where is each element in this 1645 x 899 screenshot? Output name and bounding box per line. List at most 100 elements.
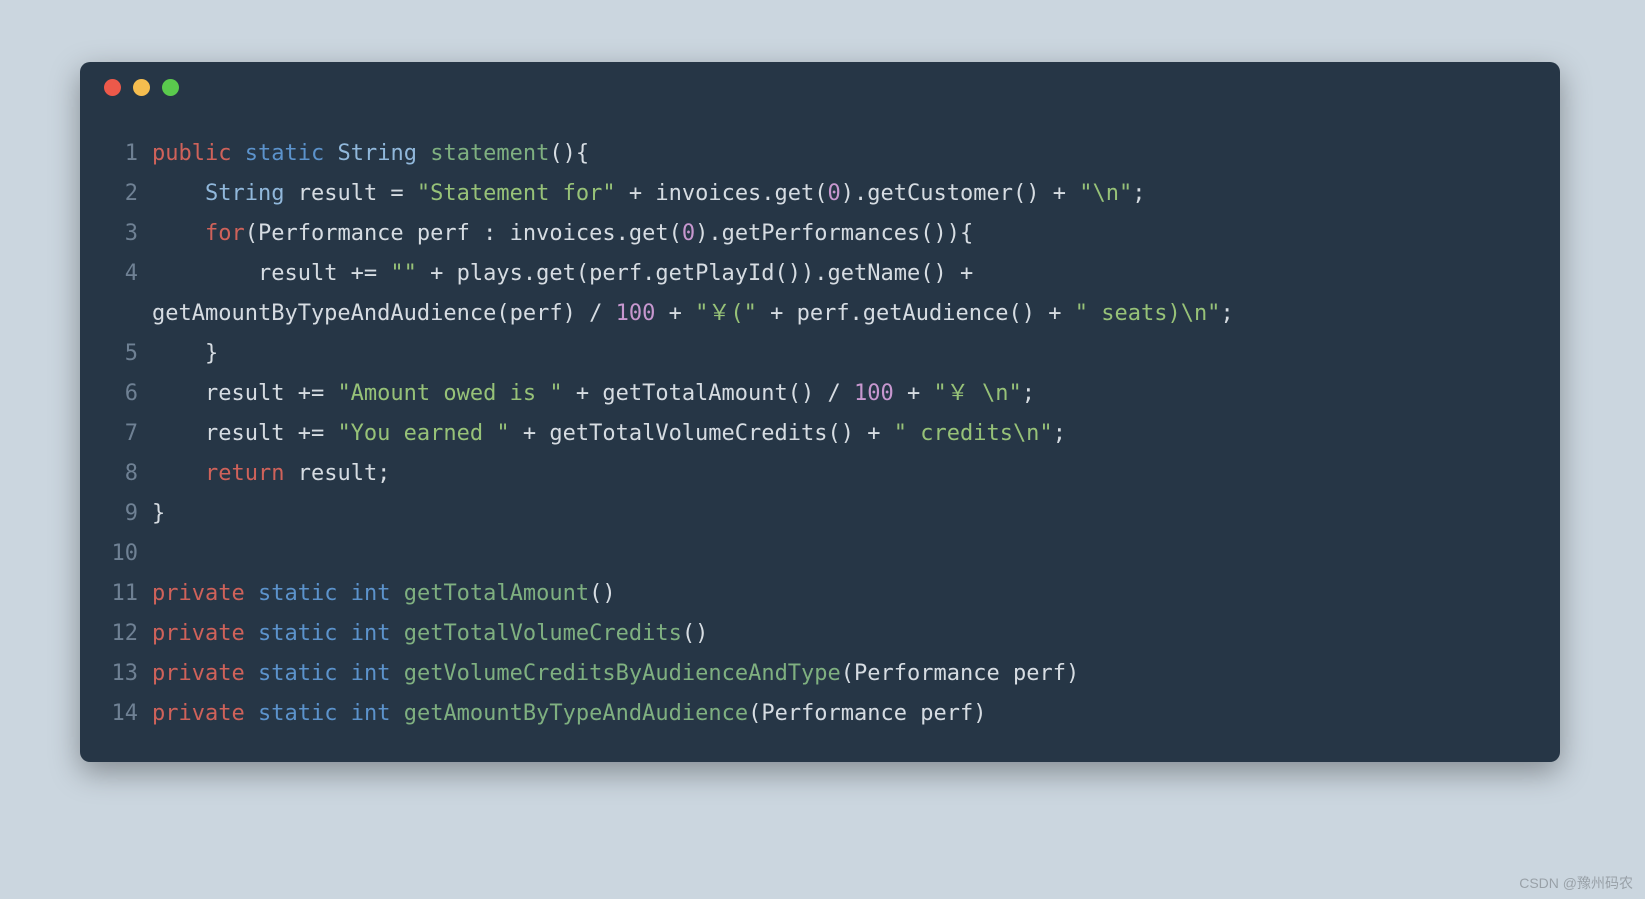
- code-token: String: [205, 181, 284, 206]
- code-token: getTotalVolumeCredits: [404, 621, 682, 646]
- code-token: getVolumeCreditsByAudienceAndType: [404, 661, 841, 686]
- code-token: [337, 621, 350, 646]
- code-token: int: [351, 581, 391, 606]
- code-token: "￥(": [695, 301, 757, 326]
- code-token: (): [589, 581, 616, 606]
- code-token: result +=: [152, 421, 337, 446]
- code-token: +: [655, 301, 695, 326]
- code-token: [390, 701, 403, 726]
- code-token: [245, 581, 258, 606]
- code-content: [152, 534, 1536, 574]
- minimize-icon[interactable]: [133, 79, 150, 96]
- code-line: 8 return result;: [80, 454, 1536, 494]
- code-content: return result;: [152, 454, 1536, 494]
- code-token: result;: [284, 461, 390, 486]
- code-token: 100: [616, 301, 656, 326]
- line-number: 10: [80, 534, 152, 574]
- code-token: ).getCustomer() +: [841, 181, 1079, 206]
- code-token: static: [258, 581, 337, 606]
- code-token: + plays.get(perf.getPlayId()).getName() …: [417, 261, 987, 286]
- code-token: getAmountByTypeAndAudience: [404, 701, 748, 726]
- code-content: result += "You earned " + getTotalVolume…: [152, 414, 1536, 454]
- code-token: " credits\n": [894, 421, 1053, 446]
- code-line: 7 result += "You earned " + getTotalVolu…: [80, 414, 1536, 454]
- code-token: [231, 141, 244, 166]
- code-line: 11private static int getTotalAmount(): [80, 574, 1536, 614]
- code-token: ;: [1220, 301, 1233, 326]
- code-token: " seats)\n": [1075, 301, 1221, 326]
- code-token: static: [245, 141, 324, 166]
- line-number: 9: [80, 494, 152, 534]
- code-token: "You earned ": [337, 421, 509, 446]
- code-token: private: [152, 621, 245, 646]
- code-content: public static String statement(){: [152, 134, 1536, 174]
- code-token: (Performance perf : invoices.get(: [245, 221, 682, 246]
- code-token: }: [152, 341, 218, 366]
- code-content: private static int getAmountByTypeAndAud…: [152, 694, 1536, 734]
- code-token: 0: [682, 221, 695, 246]
- code-token: [417, 141, 430, 166]
- code-line-wrap: getAmountByTypeAndAudience(perf) / 100 +…: [80, 294, 1536, 334]
- code-token: result =: [284, 181, 416, 206]
- code-token: [245, 701, 258, 726]
- code-content: result += "" + plays.get(perf.getPlayId(…: [152, 254, 1536, 294]
- line-number: 12: [80, 614, 152, 654]
- code-line: 14private static int getAmountByTypeAndA…: [80, 694, 1536, 734]
- code-token: for: [205, 221, 245, 246]
- code-token: + getTotalVolumeCredits() +: [510, 421, 894, 446]
- code-line: 10: [80, 534, 1536, 574]
- code-token: [337, 701, 350, 726]
- code-token: String: [337, 141, 416, 166]
- line-number: 2: [80, 174, 152, 214]
- code-window: 1public static String statement(){2 Stri…: [80, 62, 1560, 762]
- code-token: static: [258, 621, 337, 646]
- code-content: String result = "Statement for" + invoic…: [152, 174, 1536, 214]
- code-token: "￥ \n": [934, 381, 1022, 406]
- code-token: [390, 581, 403, 606]
- line-number: 8: [80, 454, 152, 494]
- code-token: ;: [1132, 181, 1145, 206]
- line-number: 5: [80, 334, 152, 374]
- line-number: 3: [80, 214, 152, 254]
- code-line: 5 }: [80, 334, 1536, 374]
- code-token: [324, 141, 337, 166]
- close-icon[interactable]: [104, 79, 121, 96]
- code-token: [152, 221, 205, 246]
- code-token: static: [258, 661, 337, 686]
- code-token: ;: [1022, 381, 1035, 406]
- code-token: private: [152, 581, 245, 606]
- code-token: "\n": [1079, 181, 1132, 206]
- code-token: (Performance perf): [841, 661, 1079, 686]
- code-content: }: [152, 494, 1536, 534]
- line-number: 6: [80, 374, 152, 414]
- code-content: private static int getTotalVolumeCredits…: [152, 614, 1536, 654]
- code-token: 0: [828, 181, 841, 206]
- code-token: statement: [430, 141, 549, 166]
- code-content: }: [152, 334, 1536, 374]
- code-line: 4 result += "" + plays.get(perf.getPlayI…: [80, 254, 1536, 294]
- code-token: + perf.getAudience() +: [757, 301, 1075, 326]
- code-token: result +=: [152, 261, 390, 286]
- code-token: ;: [1053, 421, 1066, 446]
- line-number: 13: [80, 654, 152, 694]
- code-token: [390, 661, 403, 686]
- code-token: [245, 661, 258, 686]
- maximize-icon[interactable]: [162, 79, 179, 96]
- code-token: (){: [549, 141, 589, 166]
- code-area: 1public static String statement(){2 Stri…: [80, 112, 1560, 758]
- code-token: [390, 621, 403, 646]
- code-token: "": [390, 261, 417, 286]
- code-token: [337, 661, 350, 686]
- line-number: 11: [80, 574, 152, 614]
- code-line: 3 for(Performance perf : invoices.get(0)…: [80, 214, 1536, 254]
- line-number: 14: [80, 694, 152, 734]
- code-content: private static int getTotalAmount(): [152, 574, 1536, 614]
- code-line: 2 String result = "Statement for" + invo…: [80, 174, 1536, 214]
- code-token: getTotalAmount: [404, 581, 589, 606]
- code-token: [245, 621, 258, 646]
- code-token: "Statement for": [417, 181, 616, 206]
- code-line: 6 result += "Amount owed is " + getTotal…: [80, 374, 1536, 414]
- code-token: [337, 581, 350, 606]
- code-token: public: [152, 141, 231, 166]
- code-line: 1public static String statement(){: [80, 134, 1536, 174]
